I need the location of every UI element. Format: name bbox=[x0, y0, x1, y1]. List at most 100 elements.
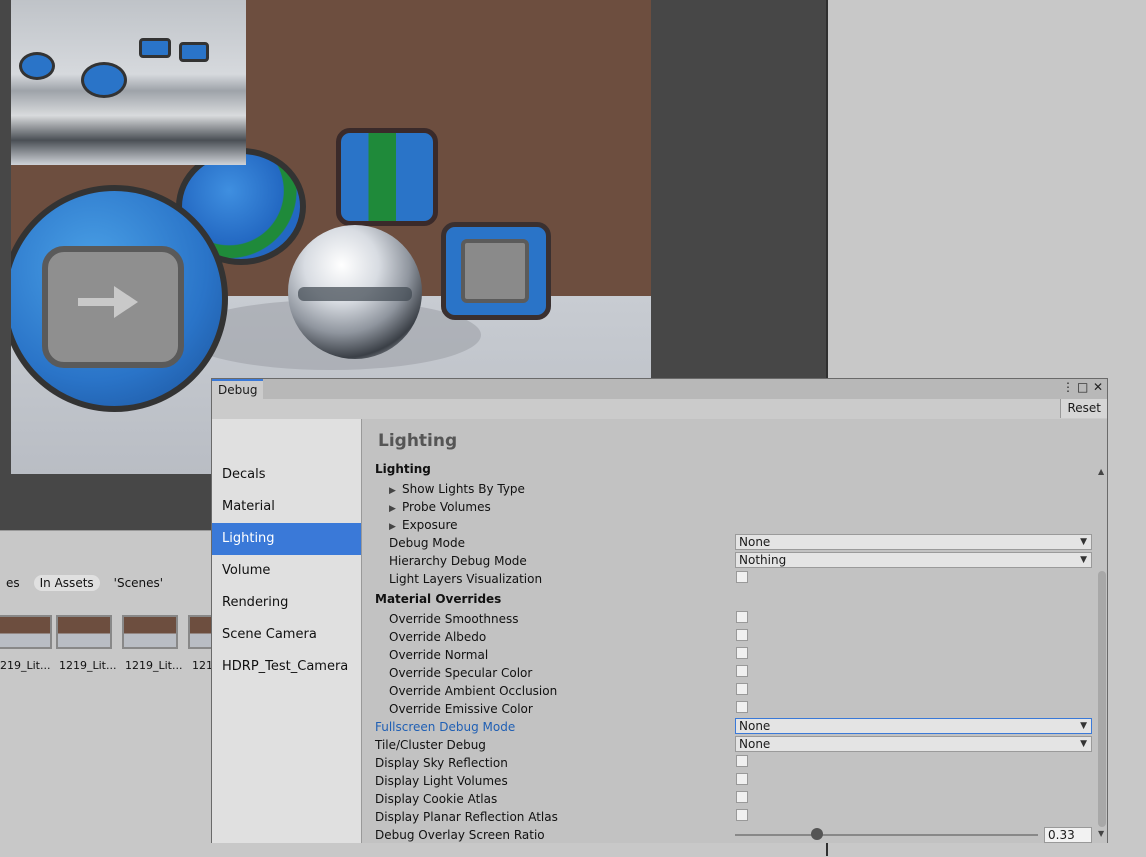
spiked-cube-right bbox=[441, 222, 551, 320]
override-ambient-occlusion-label: Override Ambient Occlusion bbox=[389, 684, 558, 698]
overlay-ratio-value-field[interactable]: 0.33 bbox=[1044, 827, 1092, 843]
search-tab-in-assets[interactable]: In Assets bbox=[33, 575, 100, 591]
reflection-probe-preview bbox=[11, 0, 246, 165]
sidebar-item-hdrp-test-camera[interactable]: HDRP_Test_Camera bbox=[212, 651, 361, 683]
debug-mode-dropdown[interactable]: None ▼ bbox=[735, 534, 1092, 550]
asset-thumbnail[interactable] bbox=[0, 615, 52, 649]
debug-toolbar: Reset bbox=[212, 399, 1107, 420]
dropdown-arrow-icon: ▼ bbox=[1080, 537, 1087, 547]
display-sky-reflection-checkbox[interactable] bbox=[736, 755, 748, 767]
debug-content-panel: Lighting Lighting ▶ Show Lights By Type ▶… bbox=[362, 419, 1107, 843]
window-tab-bar: Debug ⋮ □ ✕ bbox=[212, 379, 1107, 400]
expand-arrow-icon: ▶ bbox=[389, 504, 396, 514]
sidebar-item-volume[interactable]: Volume bbox=[212, 555, 361, 587]
foldout-exposure[interactable]: ▶ Exposure bbox=[389, 518, 458, 532]
inset-ball bbox=[19, 52, 55, 80]
display-cookie-atlas-checkbox[interactable] bbox=[736, 791, 748, 803]
close-icon[interactable]: ✕ bbox=[1093, 380, 1103, 394]
fullscreen-debug-mode-dropdown[interactable]: None ▼ bbox=[735, 718, 1092, 734]
override-normal-label: Override Normal bbox=[389, 648, 489, 662]
dropdown-value: None bbox=[739, 535, 771, 549]
search-filter-tabs: es In Assets 'Scenes' bbox=[0, 573, 211, 593]
override-ambient-occlusion-checkbox[interactable] bbox=[736, 683, 748, 695]
override-specular-color-checkbox[interactable] bbox=[736, 665, 748, 677]
inset-ball bbox=[81, 62, 127, 98]
hierarchy-debug-mode-label: Hierarchy Debug Mode bbox=[389, 554, 527, 568]
foldout-label: Show Lights By Type bbox=[402, 482, 525, 496]
inset-cube bbox=[139, 38, 171, 58]
debug-window: Debug ⋮ □ ✕ Reset Decals Material Lighti… bbox=[211, 378, 1108, 843]
overlay-ratio-slider-track[interactable] bbox=[735, 834, 1038, 836]
tile-cluster-debug-label: Tile/Cluster Debug bbox=[375, 738, 486, 752]
display-cookie-atlas-label: Display Cookie Atlas bbox=[375, 792, 498, 806]
display-planar-reflection-atlas-label: Display Planar Reflection Atlas bbox=[375, 810, 558, 824]
sidebar-item-material[interactable]: Material bbox=[212, 491, 361, 523]
spiked-cube-top bbox=[336, 128, 438, 226]
asset-thumbnail[interactable] bbox=[188, 615, 213, 649]
light-layers-visualization-label: Light Layers Visualization bbox=[389, 572, 543, 586]
dropdown-value: None bbox=[739, 719, 771, 733]
scroll-up-icon[interactable]: ▲ bbox=[1098, 467, 1104, 476]
search-tab-scenes[interactable]: 'Scenes' bbox=[108, 575, 169, 591]
debug-overlay-screen-ratio-label: Debug Overlay Screen Ratio bbox=[375, 828, 545, 842]
foldout-label: Probe Volumes bbox=[402, 500, 491, 514]
maximize-icon[interactable]: □ bbox=[1077, 380, 1088, 394]
asset-thumbnail[interactable] bbox=[122, 615, 178, 649]
asset-label: 219_Lit... bbox=[0, 659, 51, 672]
sidebar-item-scene-camera[interactable]: Scene Camera bbox=[212, 619, 361, 651]
override-normal-checkbox[interactable] bbox=[736, 647, 748, 659]
asset-label: 1219_Lit... bbox=[125, 659, 183, 672]
hierarchy-debug-mode-dropdown[interactable]: Nothing ▼ bbox=[735, 552, 1092, 568]
overlay-ratio-slider-thumb[interactable] bbox=[811, 828, 823, 840]
menu-icon[interactable]: ⋮ bbox=[1062, 380, 1074, 394]
tile-cluster-debug-dropdown[interactable]: None ▼ bbox=[735, 736, 1092, 752]
cube-plate bbox=[461, 239, 529, 303]
dropdown-value: Nothing bbox=[739, 553, 787, 567]
asset-label: 1219_Lit... bbox=[59, 659, 117, 672]
override-albedo-checkbox[interactable] bbox=[736, 629, 748, 641]
override-albedo-label: Override Albedo bbox=[389, 630, 487, 644]
sidebar-item-lighting[interactable]: Lighting bbox=[212, 523, 361, 555]
override-emissive-color-checkbox[interactable] bbox=[736, 701, 748, 713]
debug-mode-label: Debug Mode bbox=[389, 536, 465, 550]
foldout-label: Exposure bbox=[402, 518, 458, 532]
spiked-ball-large bbox=[11, 185, 228, 412]
arrow-emblem bbox=[78, 286, 138, 318]
section-heading-lighting: Lighting bbox=[375, 462, 431, 476]
dropdown-arrow-icon: ▼ bbox=[1080, 555, 1087, 565]
search-tab-prev[interactable]: es bbox=[0, 575, 26, 591]
asset-thumbnail[interactable] bbox=[56, 615, 112, 649]
override-smoothness-label: Override Smoothness bbox=[389, 612, 519, 626]
sidebar-item-decals[interactable]: Decals bbox=[212, 459, 361, 491]
section-heading-material-overrides: Material Overrides bbox=[375, 592, 502, 606]
scroll-down-icon[interactable]: ▼ bbox=[1098, 829, 1104, 838]
debug-sidebar: Decals Material Lighting Volume Renderin… bbox=[212, 419, 362, 843]
display-planar-reflection-atlas-checkbox[interactable] bbox=[736, 809, 748, 821]
display-light-volumes-checkbox[interactable] bbox=[736, 773, 748, 785]
foldout-show-lights-by-type[interactable]: ▶ Show Lights By Type bbox=[389, 482, 525, 496]
display-light-volumes-label: Display Light Volumes bbox=[375, 774, 508, 788]
dropdown-arrow-icon: ▼ bbox=[1080, 739, 1087, 749]
foldout-probe-volumes[interactable]: ▶ Probe Volumes bbox=[389, 500, 491, 514]
override-emissive-color-label: Override Emissive Color bbox=[389, 702, 533, 716]
override-smoothness-checkbox[interactable] bbox=[736, 611, 748, 623]
reset-button[interactable]: Reset bbox=[1060, 399, 1107, 418]
dropdown-value: None bbox=[739, 737, 771, 751]
dropdown-arrow-icon: ▼ bbox=[1080, 721, 1087, 731]
project-browser: es In Assets 'Scenes' 219_Lit... 1219_Li… bbox=[0, 530, 213, 857]
sidebar-item-rendering[interactable]: Rendering bbox=[212, 587, 361, 619]
page-title: Lighting bbox=[378, 431, 458, 451]
chrome-reflection bbox=[298, 287, 412, 301]
inset-cube bbox=[179, 42, 209, 62]
scroll-thumb[interactable] bbox=[1098, 571, 1106, 827]
expand-arrow-icon: ▶ bbox=[389, 522, 396, 532]
fullscreen-debug-mode-label: Fullscreen Debug Mode bbox=[375, 720, 516, 734]
asset-label: 121 bbox=[192, 659, 213, 672]
tab-debug[interactable]: Debug bbox=[212, 379, 264, 399]
light-layers-visualization-checkbox[interactable] bbox=[736, 571, 748, 583]
vertical-scrollbar[interactable]: ▲ ▼ bbox=[1097, 467, 1107, 843]
expand-arrow-icon: ▶ bbox=[389, 486, 396, 496]
chrome-sphere bbox=[288, 225, 422, 359]
display-sky-reflection-label: Display Sky Reflection bbox=[375, 756, 508, 770]
override-specular-color-label: Override Specular Color bbox=[389, 666, 533, 680]
